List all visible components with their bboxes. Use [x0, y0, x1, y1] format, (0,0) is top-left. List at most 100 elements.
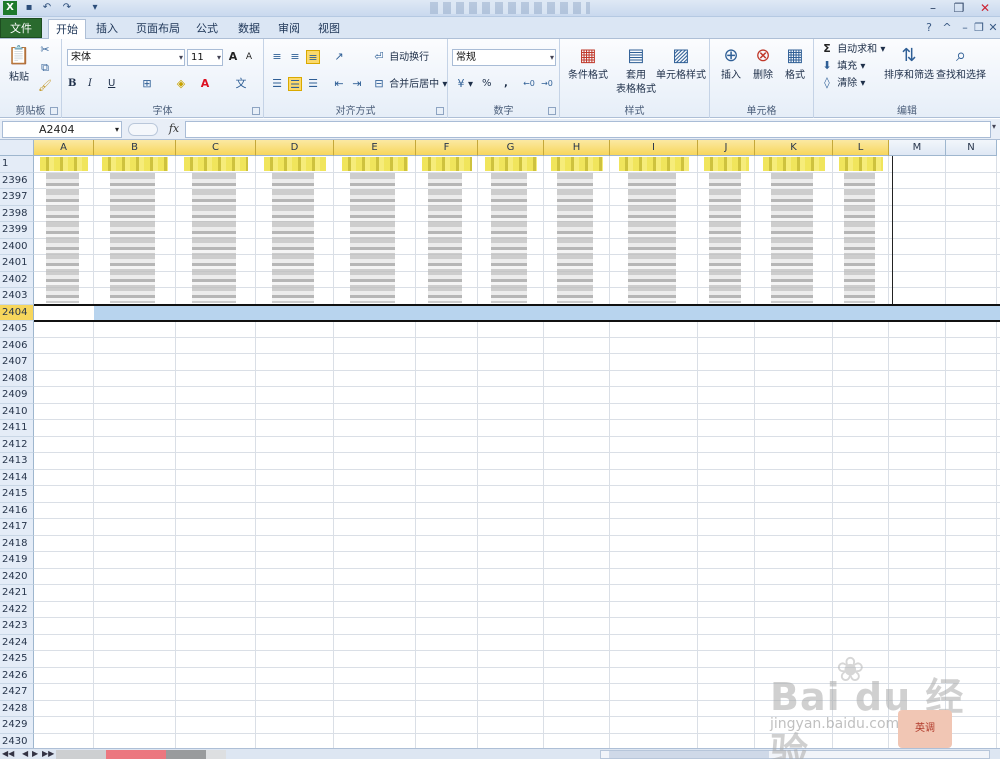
row-header-2398[interactable]: 2398	[0, 205, 34, 222]
format-cells-button[interactable]: ▦ 格式	[780, 43, 810, 83]
row-header-1[interactable]: 1	[0, 156, 34, 173]
percent-button[interactable]: %	[482, 77, 492, 91]
row-header-2406[interactable]: 2406	[0, 337, 34, 354]
row-header-2410[interactable]: 2410	[0, 403, 34, 420]
row-header-2403[interactable]: 2403	[0, 288, 34, 305]
first-sheet-icon[interactable]: ◀◀	[2, 749, 14, 759]
prev-sheet-icon[interactable]: ◀	[22, 749, 28, 759]
font-size-combo[interactable]: 11 ▾	[187, 49, 223, 66]
tab-view[interactable]: 视图	[312, 19, 346, 39]
row-header-2422[interactable]: 2422	[0, 601, 34, 618]
dialog-launcher-icon[interactable]	[252, 107, 260, 115]
row-header-2430[interactable]: 2430	[0, 733, 34, 748]
find-select-button[interactable]: ⌕ 查找和选择	[936, 43, 986, 83]
column-header-m[interactable]: M	[889, 140, 946, 156]
column-header-j[interactable]: J	[698, 140, 755, 156]
row-header-2427[interactable]: 2427	[0, 684, 34, 701]
row-header-2407[interactable]: 2407	[0, 354, 34, 371]
row-header-2412[interactable]: 2412	[0, 436, 34, 453]
clear-button[interactable]: ◊ 清除 ▾	[820, 76, 865, 91]
formula-input[interactable]	[185, 121, 991, 138]
undo-icon[interactable]: ↶	[40, 1, 54, 15]
grow-font-button[interactable]: A	[226, 50, 240, 65]
align-middle-button[interactable]: ≡	[288, 50, 302, 65]
font-name-combo[interactable]: 宋体 ▾	[67, 49, 185, 66]
column-header-g[interactable]: G	[478, 140, 544, 156]
active-cell-a2404[interactable]	[34, 305, 94, 320]
column-header-i[interactable]: I	[610, 140, 698, 156]
underline-button[interactable]: U	[108, 77, 115, 91]
wrap-text-button[interactable]: ⏎ 自动换行	[372, 50, 429, 65]
increase-indent-button[interactable]: ⇥	[350, 77, 364, 92]
close-icon[interactable]: ✕	[972, 0, 998, 16]
row-header-2418[interactable]: 2418	[0, 535, 34, 552]
worksheet-grid[interactable]: ABCDEFGHIJKLMN 1 2396 2397 2398 2399 2400 2401…	[0, 140, 1000, 748]
row-header-2421[interactable]: 2421	[0, 585, 34, 602]
row-header-2429[interactable]: 2429	[0, 717, 34, 734]
dialog-launcher-icon[interactable]	[548, 107, 556, 115]
row-header-2419[interactable]: 2419	[0, 552, 34, 569]
font-color-button[interactable]: A	[198, 77, 212, 92]
row-header-2402[interactable]: 2402	[0, 271, 34, 288]
increase-decimal-button[interactable]: ←0	[522, 77, 536, 91]
align-left-button[interactable]: ☰	[270, 77, 284, 92]
dialog-launcher-icon[interactable]	[436, 107, 444, 115]
row-header-2423[interactable]: 2423	[0, 618, 34, 635]
cell-styles-button[interactable]: ▨ 单元格样式	[656, 43, 706, 83]
redo-icon[interactable]: ↷	[60, 1, 74, 15]
comma-button[interactable]: ,	[504, 77, 508, 91]
row-header-2405[interactable]: 2405	[0, 321, 34, 338]
insert-cells-button[interactable]: ⊕ 插入	[716, 43, 746, 83]
window-close-icon[interactable]: ✕	[986, 21, 1000, 35]
window-minimize-icon[interactable]: –	[958, 21, 972, 35]
sheet-tabs-pixelated[interactable]	[56, 750, 226, 759]
merge-center-button[interactable]: ⊟ 合并后居中 ▾	[372, 77, 447, 92]
delete-cells-button[interactable]: ⊗ 删除	[748, 43, 778, 83]
tab-home[interactable]: 开始	[48, 19, 86, 40]
tab-review[interactable]: 审阅	[272, 19, 306, 39]
column-header-h[interactable]: H	[544, 140, 610, 156]
column-header-c[interactable]: C	[176, 140, 256, 156]
fill-color-button[interactable]: ◈	[174, 77, 188, 92]
column-header-k[interactable]: K	[755, 140, 833, 156]
select-all-corner[interactable]	[0, 140, 34, 156]
save-icon[interactable]: ▪	[22, 1, 36, 15]
format-as-table-button[interactable]: ▤ 套用 表格格式	[614, 43, 658, 97]
tab-file[interactable]: 文件	[0, 18, 42, 38]
name-box[interactable]: A2404 ▾	[2, 121, 122, 138]
align-top-button[interactable]: ≡	[270, 50, 284, 65]
decrease-indent-button[interactable]: ⇤	[332, 77, 346, 92]
column-header-e[interactable]: E	[334, 140, 416, 156]
row-header-2401[interactable]: 2401	[0, 255, 34, 272]
row-header-2408[interactable]: 2408	[0, 370, 34, 387]
row-header-2404[interactable]: 2404	[0, 304, 34, 321]
dialog-launcher-icon[interactable]	[50, 107, 58, 115]
align-center-button[interactable]: ☰	[288, 77, 302, 93]
copy-button[interactable]: ⧉	[38, 61, 52, 76]
currency-button[interactable]: ¥ ▾	[454, 77, 474, 92]
row-header-2414[interactable]: 2414	[0, 469, 34, 486]
cut-button[interactable]: ✂	[38, 43, 52, 58]
row-header-2409[interactable]: 2409	[0, 387, 34, 404]
window-restore-icon[interactable]: ❐	[972, 21, 986, 35]
number-format-combo[interactable]: 常规 ▾	[452, 49, 556, 66]
row-header-2411[interactable]: 2411	[0, 420, 34, 437]
row-header-2417[interactable]: 2417	[0, 519, 34, 536]
row-header-2399[interactable]: 2399	[0, 222, 34, 239]
column-header-f[interactable]: F	[416, 140, 478, 156]
align-right-button[interactable]: ☰	[306, 77, 320, 92]
format-painter-button[interactable]: 🖌	[38, 79, 52, 94]
insert-function-icon[interactable]: fx	[166, 122, 182, 137]
restore-icon[interactable]: ❐	[946, 0, 972, 16]
customize-quick-access-icon[interactable]: ▾	[90, 1, 100, 15]
tab-data[interactable]: 数据	[232, 19, 266, 39]
row-header-2397[interactable]: 2397	[0, 189, 34, 206]
horizontal-scrollbar[interactable]	[600, 750, 990, 759]
italic-button[interactable]: I	[88, 77, 92, 91]
row-header-2413[interactable]: 2413	[0, 453, 34, 470]
expand-formula-bar-icon[interactable]: ▾	[992, 122, 996, 131]
conditional-format-button[interactable]: ▦ 条件格式	[566, 43, 610, 83]
row-header-2424[interactable]: 2424	[0, 634, 34, 651]
bold-button[interactable]: B	[68, 77, 76, 91]
row-header-2416[interactable]: 2416	[0, 502, 34, 519]
